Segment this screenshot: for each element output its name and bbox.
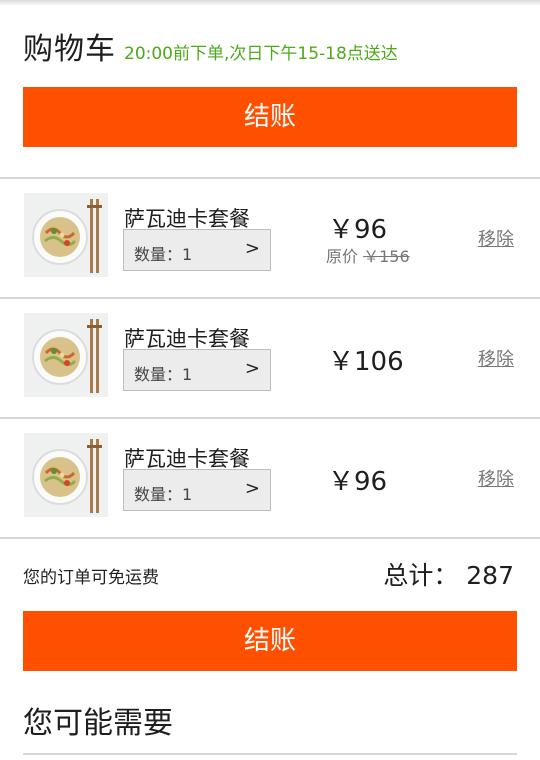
chevron-right-icon: >: [244, 238, 260, 259]
free-shipping-note: 您的订单可免运费: [23, 568, 159, 588]
cart-item: 萨瓦迪卡套餐 数量：1 > ￥96 移除: [0, 419, 540, 537]
item-price: ￥96: [328, 215, 388, 245]
quantity-selector[interactable]: 数量：1 >: [123, 349, 271, 391]
page-title: 购物车: [23, 32, 116, 67]
noodle-bowl-chopsticks-icon: [24, 313, 108, 397]
delivery-note: 20:00前下单,次日下午15-18点送达: [124, 44, 398, 64]
remove-link[interactable]: 移除: [478, 465, 514, 491]
item-price: ￥96: [328, 467, 388, 497]
cart-header: 购物车 20:00前下单,次日下午15-18点送达: [23, 24, 523, 68]
remove-link[interactable]: 移除: [478, 345, 514, 371]
quantity-label: 数量：1: [134, 485, 193, 504]
chevron-right-icon: >: [244, 358, 260, 379]
checkout-button-top[interactable]: 结账: [23, 87, 517, 147]
suggestions-title: 您可能需要: [23, 706, 173, 741]
divider: [23, 753, 517, 755]
noodle-bowl-chopsticks-icon: [24, 193, 108, 277]
quantity-selector[interactable]: 数量：1 >: [123, 469, 271, 511]
chevron-right-icon: >: [244, 478, 260, 499]
original-price-value: ￥156: [363, 247, 410, 266]
quantity-label: 数量：1: [134, 245, 193, 264]
top-shadow: [0, 0, 540, 6]
original-price-prefix: 原价: [326, 247, 359, 266]
cart-item: 萨瓦迪卡套餐 数量：1 > ￥106 移除: [0, 299, 540, 417]
noodle-bowl-chopsticks-icon: [24, 433, 108, 517]
cart-item: 萨瓦迪卡套餐 数量：1 > ￥96 原价 ￥156 移除: [0, 179, 540, 297]
item-price: ￥106: [328, 347, 404, 377]
divider: [0, 537, 540, 539]
quantity-label: 数量：1: [134, 365, 193, 384]
quantity-selector[interactable]: 数量：1 >: [123, 229, 271, 271]
cart-page: 购物车 20:00前下单,次日下午15-18点送达 结账 萨瓦迪卡套餐 数量：1: [0, 0, 540, 760]
checkout-button-bottom[interactable]: 结账: [23, 611, 517, 671]
order-total: 总计： 287: [383, 561, 514, 590]
original-price: 原价 ￥156: [326, 243, 410, 267]
remove-link[interactable]: 移除: [478, 225, 514, 251]
